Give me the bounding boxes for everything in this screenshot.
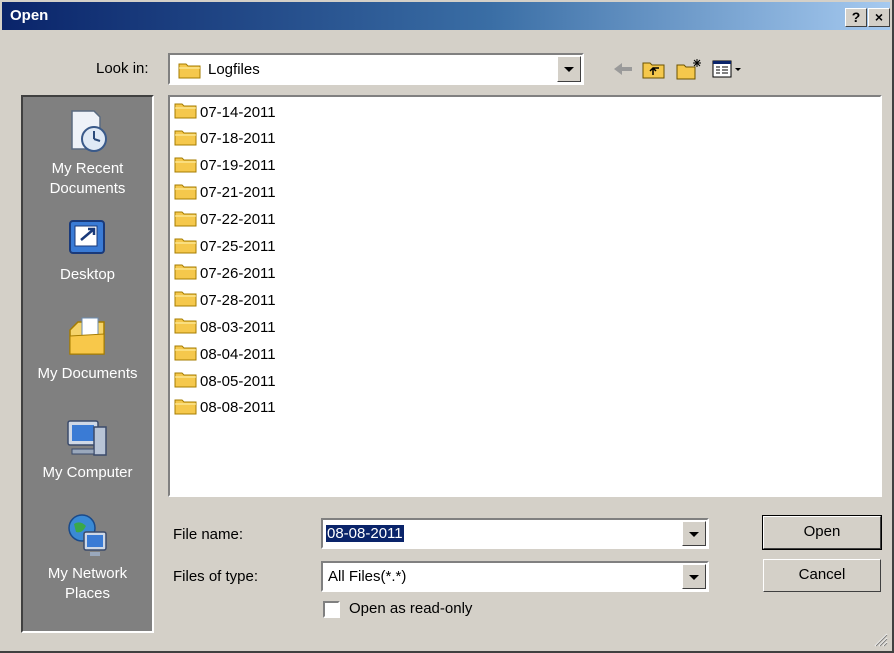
place-label: My Network Places (47, 565, 128, 602)
file-name: 07-19-2011 (200, 157, 276, 175)
list-item[interactable]: 07-18-2011 (174, 128, 276, 150)
chevron-down-icon (689, 574, 699, 580)
place-label: My Computer (42, 464, 133, 481)
file-name: 08-04-2011 (200, 345, 276, 363)
place-label: Desktop (59, 266, 116, 283)
new-folder-icon (675, 57, 703, 81)
look-in-label: Look in: (96, 60, 149, 77)
cancel-button[interactable]: Cancel (763, 559, 881, 592)
back-button[interactable] (610, 57, 638, 81)
list-item[interactable]: 07-26-2011 (174, 262, 276, 284)
up-one-level-icon (640, 57, 668, 81)
folder-icon (174, 100, 200, 124)
my-computer-icon (23, 415, 152, 459)
desktop-icon (23, 217, 152, 261)
list-item[interactable]: 08-08-2011 (174, 397, 276, 419)
folder-icon (174, 315, 200, 339)
folder-icon (174, 342, 200, 366)
view-menu-button[interactable] (710, 57, 744, 81)
place-desktop[interactable]: Desktop (23, 217, 152, 285)
read-only-checkbox[interactable] (323, 601, 340, 618)
list-item[interactable]: 08-03-2011 (174, 316, 276, 338)
files-of-type-label: Files of type: (173, 568, 259, 585)
folder-icon (174, 208, 200, 232)
read-only-label[interactable]: Open as read-only (349, 600, 472, 617)
place-label: My Recent Documents (49, 160, 126, 197)
file-list[interactable]: 07-14-2011 07-18-2011 07-19-2011 07-21-2011… (168, 95, 882, 497)
list-item[interactable]: 07-25-2011 (174, 236, 276, 258)
folder-icon (174, 369, 200, 393)
folder-icon (174, 396, 200, 420)
file-name-label: File name: (173, 526, 244, 543)
list-item[interactable]: 07-21-2011 (174, 182, 276, 204)
file-name-dropdown-button[interactable] (682, 521, 706, 546)
look-in-dropdown-button[interactable] (557, 56, 581, 82)
my-documents-icon (23, 312, 152, 360)
new-folder-button[interactable] (675, 57, 703, 81)
list-item[interactable]: 08-04-2011 (174, 343, 276, 365)
list-item[interactable]: 07-19-2011 (174, 155, 276, 177)
resize-grip-icon[interactable] (872, 631, 888, 647)
place-my-documents[interactable]: My Documents (23, 312, 152, 384)
place-my-computer[interactable]: My Computer (23, 415, 152, 483)
chevron-down-icon (564, 67, 574, 72)
file-name-value: 08-08-2011 (326, 525, 404, 542)
folder-icon (174, 261, 200, 285)
help-button[interactable]: ? (845, 8, 867, 27)
network-places-icon (23, 512, 152, 560)
view-menu-icon (710, 57, 744, 81)
files-of-type-dropdown[interactable]: All Files(*.*) (321, 561, 709, 592)
file-name-input[interactable]: 08-08-2011 (321, 518, 709, 549)
open-dialog: Open ? × Look in: Logfiles My Recent Doc… (0, 0, 894, 653)
folder-icon (178, 60, 202, 84)
title-bar[interactable]: Open ? × (2, 2, 890, 30)
folder-icon (174, 154, 200, 178)
file-name: 07-21-2011 (200, 184, 276, 202)
file-name: 07-26-2011 (200, 264, 276, 282)
look-in-value: Logfiles (208, 61, 260, 78)
list-item[interactable]: 08-05-2011 (174, 370, 276, 392)
folder-icon (174, 181, 200, 205)
back-arrow-icon (610, 57, 638, 81)
chevron-down-icon (689, 531, 699, 537)
place-my-network-places[interactable]: My Network Places (23, 512, 152, 604)
folder-icon (174, 235, 200, 259)
folder-icon (174, 288, 200, 312)
files-of-type-value: All Files(*.*) (328, 568, 407, 585)
place-my-recent-documents[interactable]: My Recent Documents (23, 107, 152, 199)
folder-icon (174, 127, 200, 151)
file-name: 07-28-2011 (200, 291, 276, 309)
window-title: Open (10, 7, 49, 24)
list-item[interactable]: 07-22-2011 (174, 209, 276, 231)
files-of-type-dropdown-button[interactable] (682, 564, 706, 589)
places-bar: My Recent Documents Desktop My Documents… (21, 95, 154, 633)
file-name: 07-14-2011 (200, 103, 276, 121)
file-name: 08-08-2011 (200, 399, 276, 417)
recent-documents-icon (23, 107, 152, 155)
open-button[interactable]: Open (762, 515, 882, 550)
file-name: 08-05-2011 (200, 372, 276, 390)
up-one-level-button[interactable] (640, 57, 668, 81)
file-name: 07-22-2011 (200, 211, 276, 229)
file-name: 08-03-2011 (200, 318, 276, 336)
place-label: My Documents (37, 365, 138, 382)
file-name: 07-25-2011 (200, 238, 276, 255)
file-name: 07-18-2011 (200, 130, 276, 148)
list-item[interactable]: 07-28-2011 (174, 289, 276, 311)
list-item[interactable]: 07-14-2011 (174, 101, 276, 123)
close-button[interactable]: × (868, 8, 890, 27)
look-in-dropdown[interactable]: Logfiles (168, 53, 584, 85)
